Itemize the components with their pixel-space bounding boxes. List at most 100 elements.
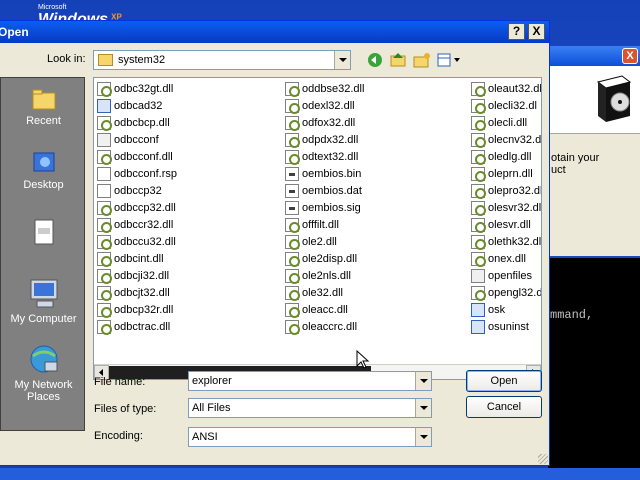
file-item[interactable]: osuninst — [471, 318, 541, 335]
encoding-label: Encoding: — [94, 430, 143, 442]
file-item[interactable]: odbcconf — [97, 131, 177, 148]
close-button[interactable]: X — [528, 23, 545, 40]
file-item[interactable]: ole2nls.dll — [285, 267, 364, 284]
file-item[interactable]: olecnv32.dl — [471, 131, 541, 148]
background-window-close-button[interactable]: X — [622, 48, 638, 64]
file-dll-icon — [97, 234, 112, 250]
view-menu-icon[interactable] — [437, 52, 461, 68]
file-item[interactable]: odbc32gt.dll — [97, 80, 177, 97]
file-item[interactable]: onex.dll — [471, 250, 541, 267]
place-desktop[interactable]: Desktop — [1, 150, 86, 191]
file-name: odbcint.dll — [114, 252, 164, 265]
up-folder-icon[interactable] — [390, 52, 406, 68]
encoding-dropdown[interactable]: ANSI — [188, 427, 432, 447]
file-item[interactable]: olesvr.dll — [471, 216, 541, 233]
file-name: olethk32.dl — [488, 235, 542, 248]
network-places-icon — [30, 345, 57, 373]
background-window-titlebar[interactable]: X — [549, 46, 640, 66]
file-name: odfox32.dll — [302, 116, 356, 129]
file-dll-icon — [285, 268, 300, 284]
file-dll-icon — [97, 81, 112, 97]
file-name: odbcconf.dll — [114, 150, 173, 163]
file-item[interactable]: odbcad32 — [97, 97, 177, 114]
file-item[interactable]: ole2.dll — [285, 233, 364, 250]
file-item[interactable]: oembios.sig — [285, 199, 364, 216]
file-dll-icon — [471, 183, 486, 199]
file-item[interactable]: oembios.bin — [285, 165, 364, 182]
file-name-value: explorer — [192, 375, 232, 387]
file-item[interactable]: odbcjt32.dll — [97, 284, 177, 301]
new-folder-icon[interactable] — [413, 52, 431, 68]
look-in-label: Look in: — [47, 53, 86, 65]
look-in-dropdown[interactable]: system32 — [93, 50, 351, 70]
dialog-titlebar[interactable]: Open ? X — [0, 21, 549, 43]
file-item[interactable]: ole2disp.dll — [285, 250, 364, 267]
file-item[interactable]: oddbse32.dll — [285, 80, 364, 97]
file-column-3: oleaut32.dl olecli32.dl olecli.dll olecnv32… — [471, 80, 542, 335]
cancel-button[interactable]: Cancel — [466, 396, 542, 418]
place-my-documents[interactable] — [1, 218, 86, 249]
file-name: odbctrac.dll — [114, 320, 171, 333]
file-cfg-icon — [97, 132, 111, 147]
file-name: odbcad32 — [114, 99, 163, 112]
file-item[interactable]: ole32.dll — [285, 284, 364, 301]
file-item[interactable]: oledlg.dll — [471, 148, 541, 165]
file-item[interactable]: olecli.dll — [471, 114, 541, 131]
file-item[interactable]: oleaccrc.dll — [285, 318, 364, 335]
file-item[interactable]: odbcconf.rsp — [97, 165, 177, 182]
file-item[interactable]: offfilt.dll — [285, 216, 364, 233]
folder-icon — [98, 54, 113, 66]
file-item[interactable]: odbccu32.dll — [97, 233, 177, 250]
file-item[interactable]: odbcbcp.dll — [97, 114, 177, 131]
file-name: oembios.dat — [302, 184, 362, 197]
file-item[interactable]: odbcji32.dll — [97, 267, 177, 284]
file-item[interactable]: odpdx32.dll — [285, 131, 364, 148]
file-item[interactable]: oleprn.dll — [471, 165, 541, 182]
file-item[interactable]: olepro32.dl — [471, 182, 542, 199]
background-installer-window[interactable]: X otain your uct — [548, 46, 640, 256]
file-name: odbccu32.dll — [114, 235, 176, 248]
file-name-label: File name: — [94, 376, 146, 388]
file-item[interactable]: olesvr32.dl — [471, 199, 541, 216]
file-item[interactable]: odbcint.dll — [97, 250, 177, 267]
file-item[interactable]: opengl32.d — [471, 284, 541, 301]
file-dll-icon — [97, 251, 112, 267]
file-item[interactable]: openfiles — [471, 267, 541, 284]
resize-grip[interactable] — [538, 454, 548, 464]
file-dll-icon — [285, 319, 300, 335]
chevron-down-icon[interactable] — [415, 399, 431, 417]
file-dll-icon — [97, 268, 112, 284]
file-txt-icon — [97, 166, 111, 181]
place-my-computer[interactable]: My Computer — [1, 278, 86, 325]
file-item[interactable]: olethk32.dl — [471, 233, 542, 250]
file-item[interactable]: odbccp32.dll — [97, 199, 177, 216]
open-button[interactable]: Open — [466, 370, 542, 392]
file-item[interactable]: odbccp32 — [97, 182, 177, 199]
file-item[interactable]: odfox32.dll — [285, 114, 364, 131]
file-item[interactable]: oleaut32.dl — [471, 80, 541, 97]
chevron-down-icon[interactable] — [415, 372, 431, 390]
file-item[interactable]: odbccr32.dll — [97, 216, 177, 233]
file-item[interactable]: oleacc.dll — [285, 301, 364, 318]
help-button[interactable]: ? — [508, 23, 525, 40]
file-name-input[interactable]: explorer — [188, 371, 432, 391]
place-recent[interactable]: Recent — [1, 86, 86, 127]
file-item[interactable]: odbcp32r.dll — [97, 301, 177, 318]
chevron-down-icon[interactable] — [334, 51, 350, 69]
file-item[interactable]: odtext32.dll — [285, 148, 364, 165]
file-item[interactable]: olecli32.dl — [471, 97, 541, 114]
file-name: ole2disp.dll — [302, 252, 358, 265]
file-name: odbcji32.dll — [114, 269, 170, 282]
file-item[interactable]: odbctrac.dll — [97, 318, 177, 335]
file-name: offfilt.dll — [302, 218, 339, 231]
file-item[interactable]: odexl32.dll — [285, 97, 364, 114]
chevron-down-icon[interactable] — [415, 428, 431, 446]
file-name: olepro32.dl — [488, 184, 542, 197]
files-of-type-dropdown[interactable]: All Files — [188, 398, 432, 418]
back-icon[interactable] — [367, 52, 383, 68]
file-item[interactable]: oembios.dat — [285, 182, 364, 199]
file-list[interactable]: odbc32gt.dll odbcad32 odbcbcp.dll odbcconf o… — [93, 77, 542, 380]
file-item[interactable]: osk — [471, 301, 541, 318]
file-item[interactable]: odbcconf.dll — [97, 148, 177, 165]
place-network[interactable]: My Network Places — [1, 344, 86, 403]
